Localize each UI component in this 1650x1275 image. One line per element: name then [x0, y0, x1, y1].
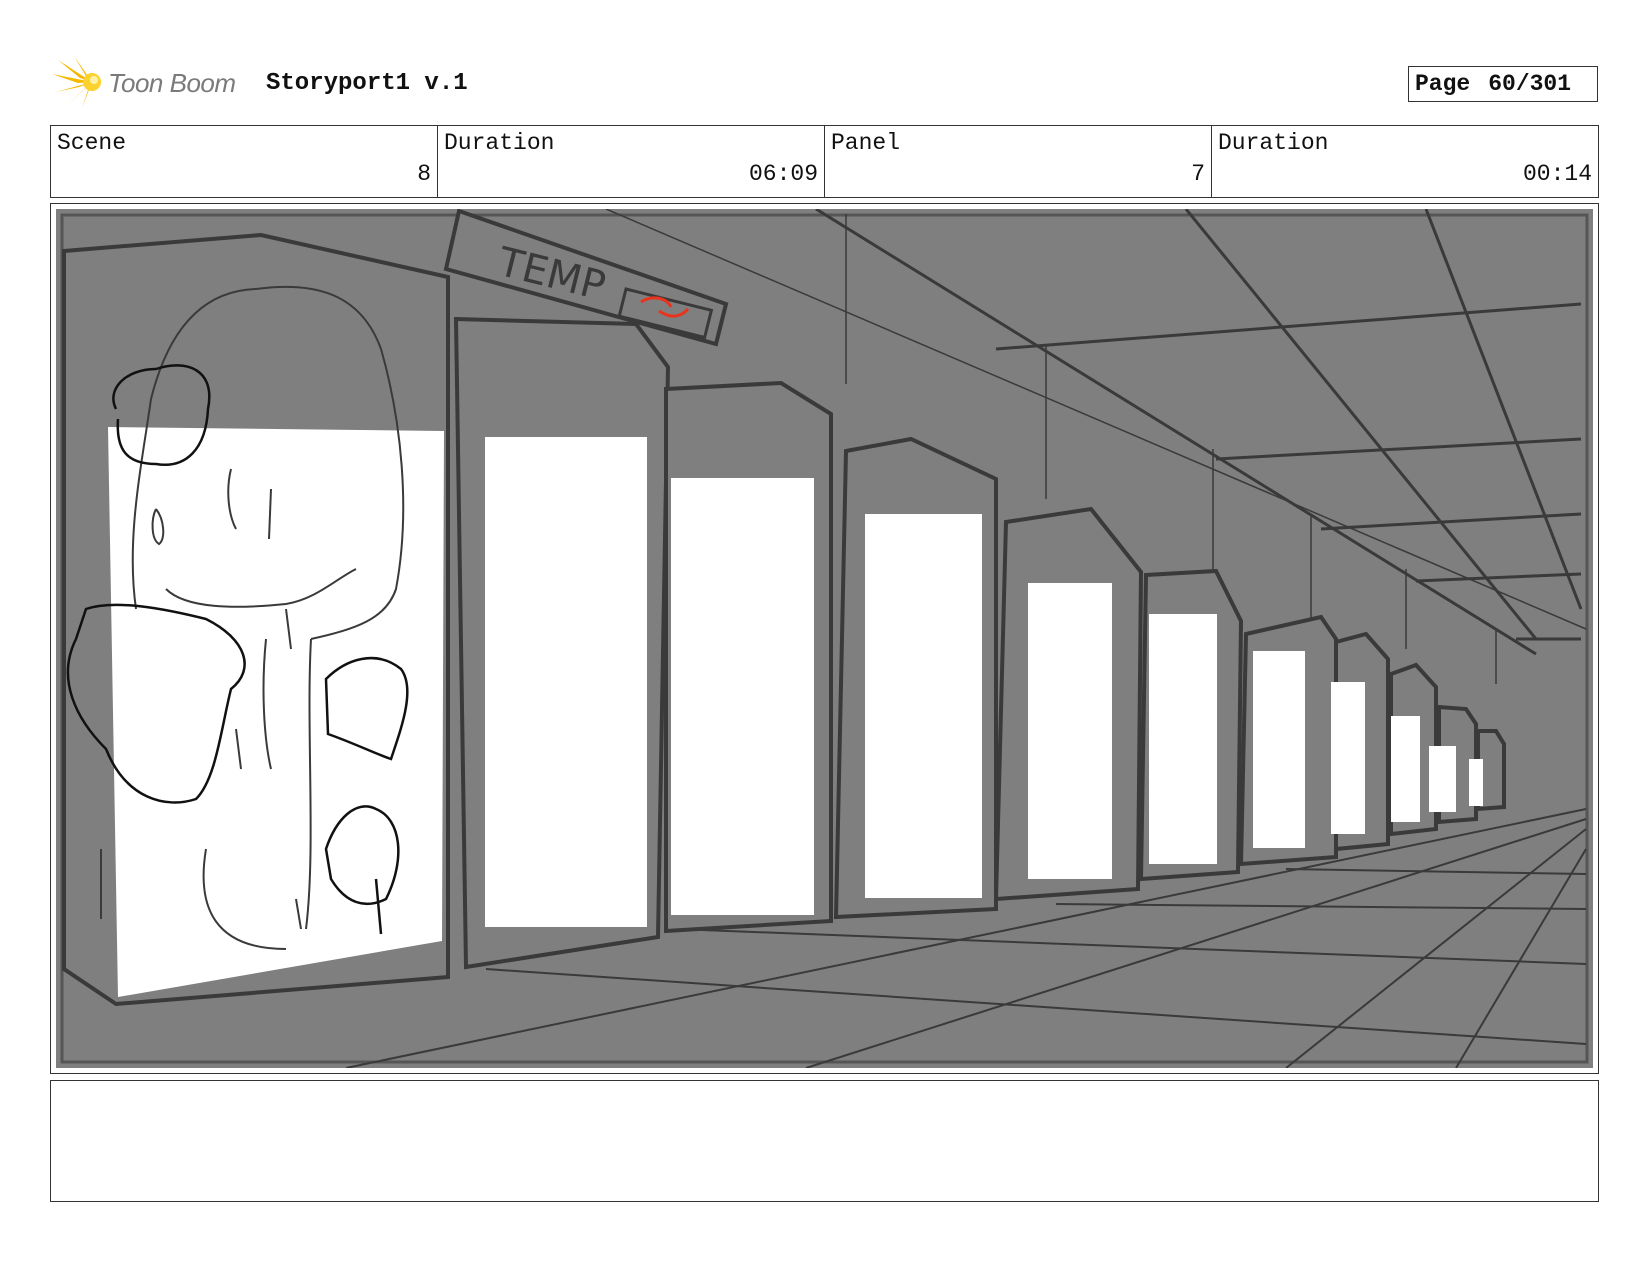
page-number: 60/301	[1488, 71, 1572, 97]
notes-box[interactable]	[50, 1080, 1599, 1202]
panel-duration-cell: Duration 00:14	[1212, 126, 1598, 197]
logo-text: Toon Boom	[108, 68, 236, 98]
panel-label: Panel	[831, 130, 901, 156]
project-title: Storyport1 v.1	[266, 70, 468, 97]
panel-sketch: TEMP	[56, 209, 1593, 1068]
scene-duration-value: 06:09	[748, 161, 818, 187]
scene-duration-cell: Duration 06:09	[438, 126, 825, 197]
scene-duration-label: Duration	[444, 130, 555, 156]
toon-boom-logo: Toon Boom	[52, 56, 252, 110]
scene-label: Scene	[57, 130, 127, 156]
panel-cell: Panel 7	[825, 126, 1212, 197]
page-indicator: Page 60/301	[1408, 66, 1598, 102]
starburst-icon	[52, 56, 101, 108]
scene-value: 8	[417, 161, 431, 187]
panel-info-table: Scene 8 Duration 06:09 Panel 7 Duration …	[50, 125, 1599, 198]
panel-value: 7	[1191, 161, 1205, 187]
panel-duration-label: Duration	[1218, 130, 1329, 156]
panel-duration-value: 00:14	[1522, 161, 1592, 187]
page-label: Page	[1415, 71, 1471, 97]
storyboard-panel: TEMP	[50, 203, 1599, 1074]
scene-cell: Scene 8	[51, 126, 438, 197]
